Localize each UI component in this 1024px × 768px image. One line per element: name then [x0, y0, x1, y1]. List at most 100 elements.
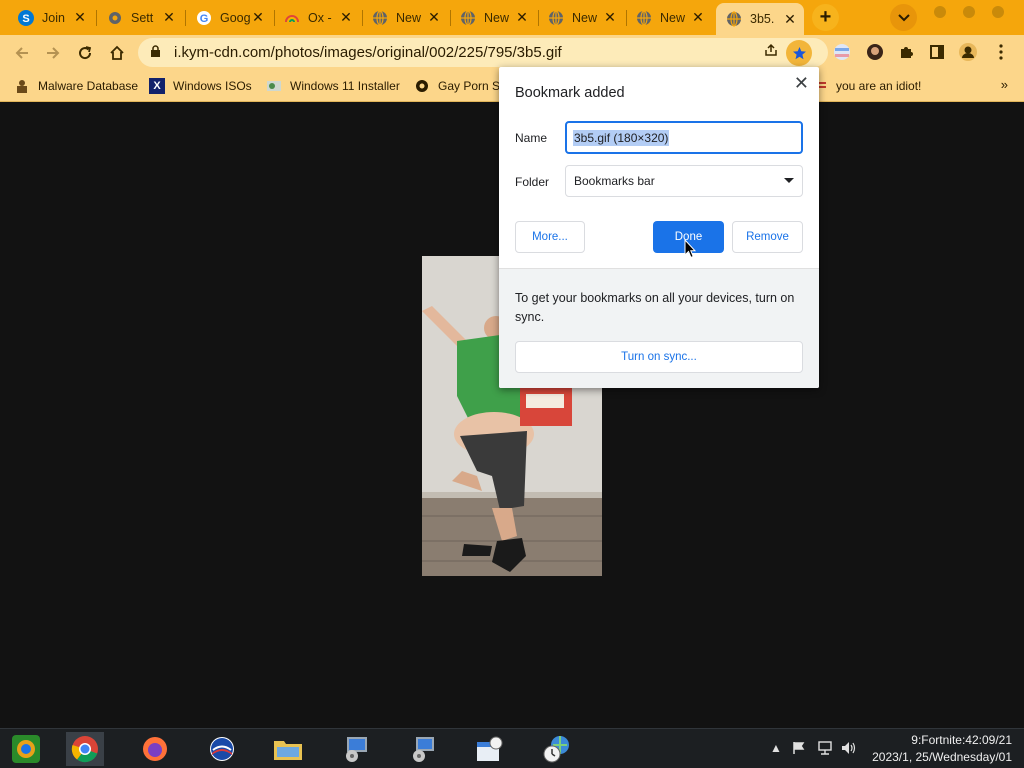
volume-icon[interactable] — [841, 741, 857, 758]
globe-icon — [460, 9, 476, 26]
tab-search-button[interactable] — [890, 4, 917, 31]
gear-icon — [414, 78, 430, 94]
star-icon — [792, 46, 806, 59]
close-tab-icon[interactable]: ✕ — [250, 9, 266, 26]
reload-icon — [79, 46, 92, 60]
address-bar[interactable]: i.kym-cdn.com/photos/images/original/002… — [138, 38, 828, 67]
close-window-button[interactable] — [992, 6, 1004, 18]
svg-text:S: S — [22, 13, 29, 25]
back-button[interactable] — [9, 40, 35, 66]
dropdown-caret-icon — [784, 178, 794, 183]
reload-button[interactable] — [72, 40, 98, 66]
globe-icon — [726, 11, 742, 27]
more-button[interactable]: More... — [515, 221, 585, 253]
tab-3[interactable]: G Goog ✕ — [186, 3, 272, 32]
extension-avatar-icon[interactable] — [864, 41, 886, 63]
bookmark-malware-database[interactable]: Malware Database — [14, 76, 138, 96]
computer-network-icon — [413, 737, 434, 762]
google-icon: G — [196, 10, 212, 26]
x-icon: X — [149, 78, 165, 94]
globe-clock-app[interactable] — [539, 732, 573, 766]
bookmarks-overflow-button[interactable]: » — [1001, 77, 1008, 92]
extensions-puzzle-icon[interactable] — [895, 41, 917, 63]
home-icon — [110, 45, 124, 60]
globe-icon — [548, 9, 564, 26]
sync-message: To get your bookmarks on all your device… — [515, 291, 795, 324]
system-clock[interactable]: 9:Fortnite:42:09/21 2023/1, 25/Wednesday… — [872, 732, 1012, 766]
rainbow-icon — [284, 10, 300, 26]
browser-window: S Join ✕ Sett ✕ G Goog ✕ Ox - ✕ New ✕ New ✕ New ✕ New ✕ 3b… — [0, 0, 1024, 768]
forward-button[interactable] — [40, 40, 66, 66]
close-tab-icon[interactable]: ✕ — [72, 9, 88, 26]
url-text[interactable]: i.kym-cdn.com/photos/images/original/002… — [174, 44, 562, 61]
chevron-down-icon — [897, 13, 910, 21]
bookmark-label: Malware Database — [38, 79, 139, 93]
maximize-button[interactable] — [963, 6, 975, 18]
malware-icon — [14, 78, 30, 94]
file-explorer-app[interactable] — [271, 732, 305, 766]
skype-icon: S — [18, 9, 34, 26]
tab-6[interactable]: New ✕ — [450, 3, 536, 32]
turn-on-sync-button[interactable]: Turn on sync... — [515, 341, 803, 373]
firefox-app[interactable] — [138, 732, 172, 766]
profile-icon[interactable] — [957, 41, 979, 63]
remove-button[interactable]: Remove — [732, 221, 803, 253]
tab-title: Ox - — [308, 10, 332, 25]
tab-9[interactable]: 3b5. ✕ — [716, 3, 804, 35]
bookmark-windows-11-installer[interactable]: Windows 11 Installer — [266, 76, 400, 96]
minimize-button[interactable] — [934, 6, 946, 18]
folder-select[interactable]: Bookmarks bar — [565, 165, 803, 197]
tab-2[interactable]: Sett ✕ — [97, 3, 183, 32]
bookmark-truncated[interactable]: Gay Porn Se — [414, 76, 499, 96]
svg-text:G: G — [200, 13, 209, 25]
bookmark-star-button[interactable] — [786, 40, 812, 66]
tab-7[interactable]: New ✕ — [538, 3, 624, 32]
close-tab-icon[interactable]: ✕ — [690, 9, 706, 26]
tab-8[interactable]: New ✕ — [626, 3, 712, 32]
obama-app[interactable] — [205, 732, 239, 766]
share-icon[interactable] — [764, 43, 778, 60]
network-setup-app[interactable] — [406, 732, 440, 766]
clock-date: 2023/1, 25/Wednesday/01 — [872, 750, 1012, 764]
calendar-app[interactable] — [472, 732, 506, 766]
tray-expand-icon[interactable]: ▲ — [770, 741, 782, 755]
tab-title: New — [396, 10, 422, 25]
close-tab-icon[interactable]: ✕ — [161, 9, 177, 26]
chrome-app[interactable] — [66, 732, 104, 766]
lock-icon[interactable] — [150, 44, 164, 61]
side-panel-icon[interactable] — [926, 41, 948, 63]
close-icon[interactable]: ✕ — [794, 73, 809, 94]
bookmark-name-input[interactable]: 3b5.gif (180×320) — [565, 121, 803, 154]
tab-title: 3b5. — [750, 12, 775, 26]
close-tab-icon[interactable]: ✕ — [426, 9, 442, 26]
start-button[interactable] — [9, 732, 43, 766]
tab-5[interactable]: New ✕ — [362, 3, 448, 32]
tab-1[interactable]: S Join ✕ — [8, 3, 94, 32]
tab-title: New — [484, 10, 510, 25]
installer-app[interactable] — [339, 732, 373, 766]
close-tab-icon[interactable]: ✕ — [782, 11, 798, 28]
taskbar: ▲ 9:Fortnite:42:09/21 2023/1, 25/Wednesd… — [0, 728, 1024, 768]
network-icon[interactable] — [817, 741, 833, 758]
arrow-left-icon — [15, 47, 28, 59]
tab-4[interactable]: Ox - ✕ — [274, 3, 360, 32]
tab-strip: S Join ✕ Sett ✕ G Goog ✕ Ox - ✕ New ✕ New ✕ New ✕ New ✕ 3b… — [0, 0, 1024, 35]
bookmark-windows-isos[interactable]: X Windows ISOs — [149, 76, 252, 96]
close-tab-icon[interactable]: ✕ — [338, 9, 354, 26]
home-button[interactable] — [104, 40, 130, 66]
action-center-flag-icon[interactable] — [792, 741, 806, 758]
bookmark-label: Windows ISOs — [173, 79, 252, 93]
clock-time: 9:Fortnite:42:09/21 — [911, 733, 1012, 747]
globe-icon — [636, 9, 652, 26]
close-tab-icon[interactable]: ✕ — [602, 9, 618, 26]
firefox-icon — [143, 737, 167, 761]
computer-install-icon — [346, 737, 367, 762]
menu-kebab-icon[interactable] — [990, 41, 1012, 63]
close-tab-icon[interactable]: ✕ — [514, 9, 530, 26]
extension-flag-icon[interactable] — [831, 41, 853, 63]
tab-title: Sett — [131, 10, 154, 25]
new-tab-button[interactable]: + — [812, 4, 839, 31]
flag-icon — [818, 78, 826, 94]
selected-name-text[interactable]: 3b5.gif (180×320) — [573, 129, 670, 146]
bookmark-you-are-an-idiot[interactable]: you are an idiot! — [818, 76, 921, 96]
